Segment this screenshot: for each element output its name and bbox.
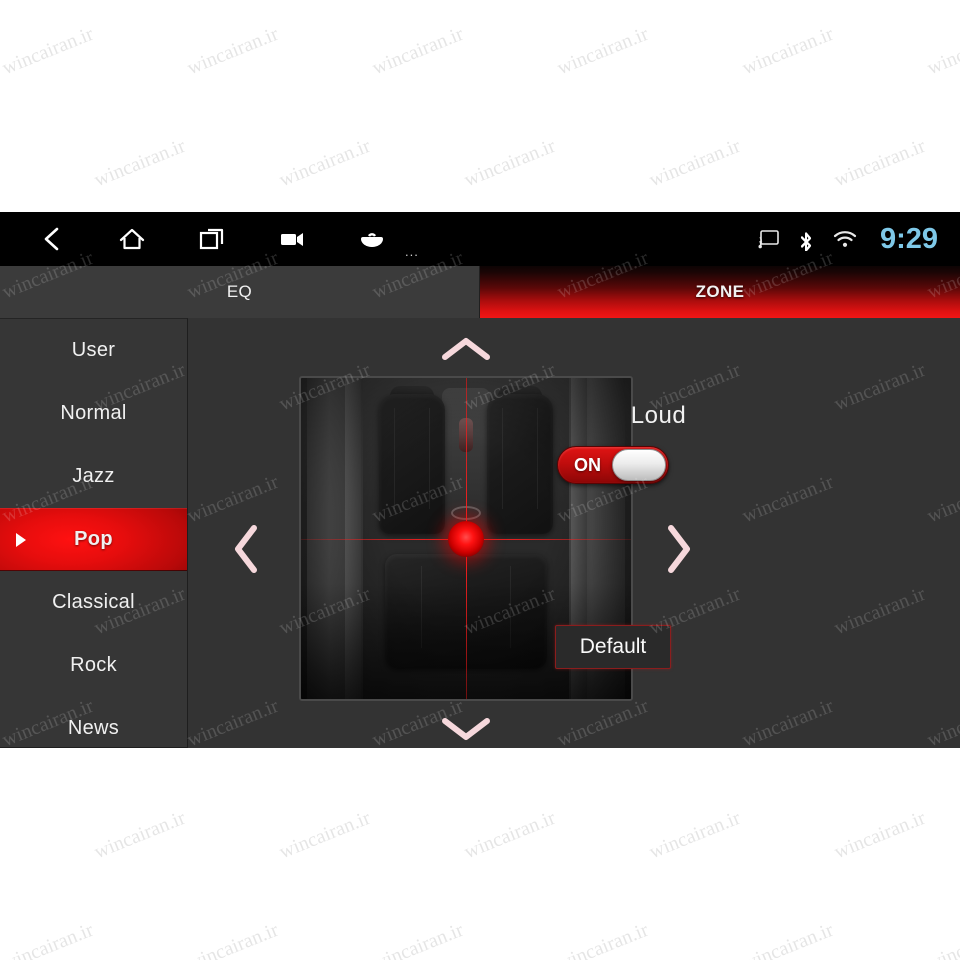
watermark-text: wincairan.ir: [276, 134, 374, 192]
default-button[interactable]: Default: [555, 625, 671, 669]
watermark-text: wincairan.ir: [0, 22, 97, 80]
head-unit-screen: ... 9:29 EQ ZONE User Normal Jazz Pop Cl…: [0, 212, 960, 748]
preset-item-news[interactable]: News: [0, 697, 187, 748]
watermark-text: wincairan.ir: [0, 918, 97, 960]
zone-content-area: User Normal Jazz Pop Classical Rock News…: [0, 318, 960, 748]
eq-preset-list: User Normal Jazz Pop Classical Rock News: [0, 318, 188, 748]
preset-item-pop[interactable]: Pop: [0, 508, 187, 571]
pot-icon[interactable]: [352, 221, 392, 257]
watermark-text: wincairan.ir: [369, 918, 467, 960]
zone-options-panel: Loud ON Default: [545, 318, 772, 748]
preset-item-rock[interactable]: Rock: [0, 634, 187, 697]
preset-label: User: [71, 339, 116, 361]
watermark-text: wincairan.ir: [276, 806, 374, 864]
watermark-text: wincairan.ir: [646, 806, 744, 864]
recents-icon[interactable]: [192, 221, 232, 257]
android-status-bar: ... 9:29: [0, 212, 960, 266]
status-indicator-group: 9:29: [758, 212, 938, 266]
watermark-text: wincairan.ir: [924, 22, 960, 80]
loudness-state-label: ON: [574, 454, 601, 475]
preset-label: Pop: [74, 528, 113, 550]
preset-item-normal[interactable]: Normal: [0, 382, 187, 445]
watermark-text: wincairan.ir: [646, 134, 744, 192]
watermark-text: wincairan.ir: [91, 806, 189, 864]
tab-eq[interactable]: EQ: [0, 266, 480, 318]
preset-item-user[interactable]: User: [0, 319, 187, 382]
watermark-text: wincairan.ir: [461, 134, 559, 192]
preset-label: Jazz: [72, 465, 115, 487]
wifi-icon: [832, 229, 858, 249]
watermark-text: wincairan.ir: [461, 806, 559, 864]
preset-label: News: [67, 717, 120, 739]
bluetooth-icon: [796, 227, 816, 251]
zone-focus-point[interactable]: [448, 520, 484, 557]
preset-label: Classical: [52, 591, 135, 613]
arrow-up-button[interactable]: [432, 330, 500, 370]
watermark-text: wincairan.ir: [0, 806, 4, 864]
loudness-label: Loud: [630, 402, 687, 429]
overflow-dots: ...: [405, 244, 419, 259]
watermark-text: wincairan.ir: [184, 22, 282, 80]
watermark-text: wincairan.ir: [739, 918, 837, 960]
preset-item-classical[interactable]: Classical: [0, 571, 187, 634]
preset-label: Rock: [70, 654, 117, 676]
watermark-text: wincairan.ir: [924, 918, 960, 960]
watermark-text: wincairan.ir: [831, 806, 929, 864]
preset-item-jazz[interactable]: Jazz: [0, 445, 187, 508]
tab-zone[interactable]: ZONE: [480, 266, 960, 318]
status-clock: 9:29: [879, 222, 938, 255]
watermark-text: wincairan.ir: [369, 22, 467, 80]
arrow-down-button[interactable]: [432, 708, 500, 748]
watermark-text: wincairan.ir: [91, 134, 189, 192]
toggle-knob[interactable]: [612, 449, 666, 481]
back-icon[interactable]: [32, 221, 72, 257]
watermark-text: wincairan.ir: [0, 134, 4, 192]
home-icon[interactable]: [112, 221, 152, 257]
mode-tab-bar: EQ ZONE: [0, 266, 960, 318]
watermark-text: wincairan.ir: [831, 134, 929, 192]
preset-label: Normal: [60, 402, 127, 424]
selection-marker-icon: [16, 532, 26, 547]
watermark-text: wincairan.ir: [554, 918, 652, 960]
loudness-toggle[interactable]: ON: [557, 446, 669, 484]
arrow-left-button[interactable]: [223, 518, 271, 580]
watermark-text: wincairan.ir: [554, 22, 652, 80]
cast-icon: [758, 229, 780, 249]
watermark-text: wincairan.ir: [739, 22, 837, 80]
navigation-icon-group: [32, 221, 392, 257]
watermark-text: wincairan.ir: [184, 918, 282, 960]
video-camera-icon[interactable]: [272, 221, 312, 257]
